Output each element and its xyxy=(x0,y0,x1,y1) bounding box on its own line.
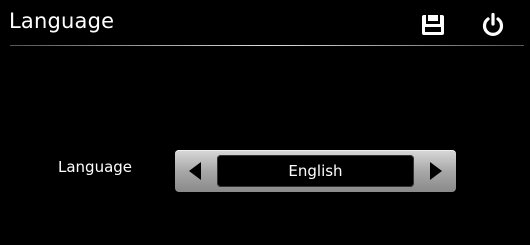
floppy-disk-icon xyxy=(422,15,444,35)
next-language-button[interactable] xyxy=(416,150,456,192)
language-value-box: English xyxy=(217,155,414,187)
header-bar: Language xyxy=(0,0,530,48)
previous-language-button[interactable] xyxy=(175,150,215,192)
save-button[interactable] xyxy=(420,12,446,38)
triangle-left-icon xyxy=(189,162,201,180)
power-icon xyxy=(482,12,504,36)
language-value: English xyxy=(288,162,343,180)
language-selector: English xyxy=(175,150,456,192)
triangle-right-icon xyxy=(430,162,442,180)
page-title: Language xyxy=(9,9,115,33)
power-button[interactable] xyxy=(480,12,506,38)
header-divider xyxy=(10,45,524,46)
language-label: Language xyxy=(58,158,133,176)
